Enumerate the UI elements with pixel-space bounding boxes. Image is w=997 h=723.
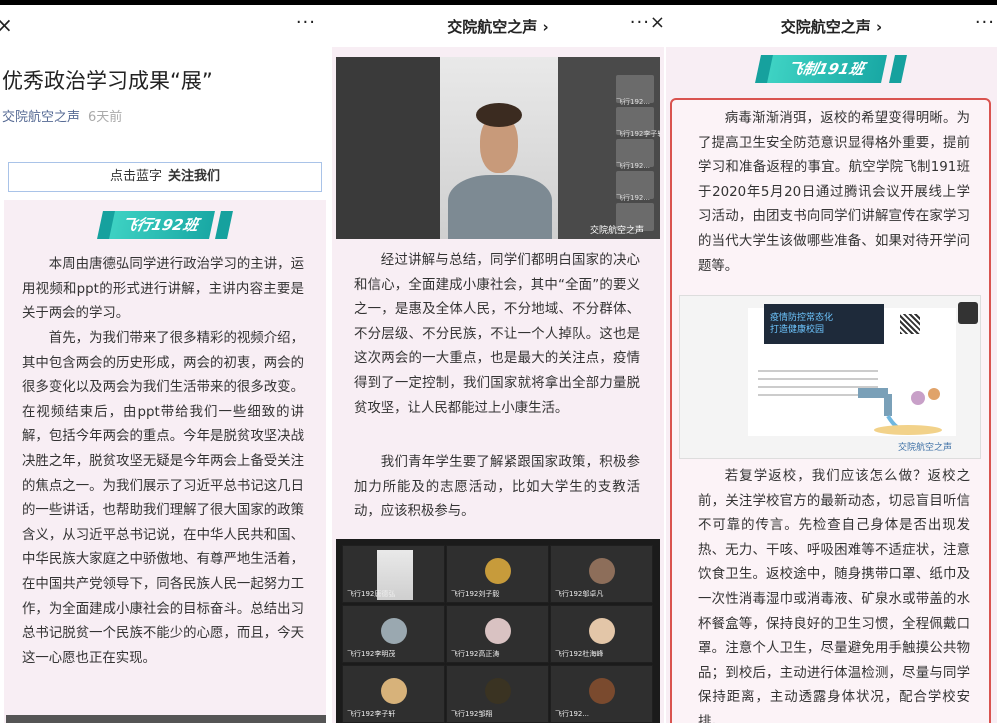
article-meta: 交院航空之声 6天前 xyxy=(2,106,122,125)
more-icon[interactable]: ··· xyxy=(975,12,995,33)
participant-thumb-label: 飞行192... xyxy=(616,194,651,202)
handwash-illustration-icon xyxy=(858,388,942,435)
paragraph-2: 若复学返校，我们应该怎么做？返校之前，关注学校官方的最新动态，切忌盲目听信不可靠… xyxy=(698,469,970,723)
watermark: 交院航空之声 xyxy=(898,443,953,453)
paragraph-1: 经过讲解与总结，同学们都明白国家的决心和信心，全面建成小康社会，其中“全面”的要… xyxy=(354,253,640,416)
nav-bar: 交院航空之声 › ···× xyxy=(332,5,664,47)
article-panel-left: × ··· 优秀政治学习成果“展” 交院航空之声 6天前 点击蓝字 关注我们 飞行1… xyxy=(0,5,330,723)
meeting-slide-screenshot: 疫情防控常态化 打造健康校园 交院航空之声 xyxy=(679,295,981,459)
paragraph-2: 首先，为我们带来了很多精彩的视频介绍，其中包含两会的历史形成，两会的初衷，两会的… xyxy=(22,331,304,666)
watermark: 交院航空之声 xyxy=(590,226,645,236)
follow-bold: 关注我们 xyxy=(168,169,221,184)
more-icon[interactable]: ···× xyxy=(630,12,664,33)
grid-cell: 飞行192... xyxy=(550,665,653,723)
nav-bar: × ··· xyxy=(0,5,330,47)
qr-code xyxy=(900,314,920,334)
account-title[interactable]: 交院航空之声 › xyxy=(666,16,997,37)
class-banner: 飞行192班 xyxy=(105,211,215,239)
paragraph-1: 病毒渐渐消弭，返校的希望变得明晰。为了提高卫生安全防范意识显得格外重要，提前学习… xyxy=(698,111,970,274)
publish-time: 6天前 xyxy=(88,110,123,125)
slide-heading-panel: 疫情防控常态化 打造健康校园 xyxy=(764,304,884,344)
article-panel-middle: 交院航空之声 › ···× 飞行192... 飞行192李子轩 飞行192...… xyxy=(332,5,664,723)
author-link[interactable]: 交院航空之声 xyxy=(2,110,80,125)
paragraph-1: 本周由唐德弘同学进行政治学习的主讲，运用视频和ppt的形式进行讲解，主讲内容主要… xyxy=(22,257,304,322)
grid-cell: 飞行192高正涛 xyxy=(446,605,549,663)
class-banner-label: 飞制191班 xyxy=(785,60,867,78)
grid-cell: 飞行192邬卓凡 xyxy=(550,545,653,603)
grid-cell: 飞行192李明茂 xyxy=(342,605,445,663)
participant-thumb-label: 飞行192... xyxy=(616,162,651,170)
class-banner: 飞制191班 xyxy=(765,55,887,83)
meeting-grid-screenshot: 飞行192唐德弘 飞行192刘子毅 飞行192邬卓凡 飞行192李明茂 飞行19… xyxy=(336,539,660,723)
class-banner-label: 飞行192班 xyxy=(119,216,201,234)
grid-cell: 飞行192李子轩 xyxy=(342,665,445,723)
more-icon[interactable]: ··· xyxy=(296,12,316,33)
account-title[interactable]: 交院航空之声 › xyxy=(332,16,664,37)
follow-prompt[interactable]: 点击蓝字 关注我们 xyxy=(8,162,322,192)
close-icon[interactable]: × xyxy=(0,14,13,36)
grid-cell: 飞行192刘子毅 xyxy=(446,545,549,603)
paragraph-2: 我们青年学生要了解紧跟国家政策，积极参加力所能及的志愿活动，比如大学生的支教活动… xyxy=(354,455,640,520)
participant-avatar xyxy=(958,302,978,324)
article-panel-right: 交院航空之声 › ··· 飞制191班 病毒渐渐消弭，返校的希望变得明晰。为了提… xyxy=(666,5,997,723)
participant-thumb-label: 飞行192... xyxy=(616,98,651,106)
video-screenshot: 飞行192... 飞行192李子轩 飞行192... 飞行192... 交院航空… xyxy=(336,57,660,239)
participant-thumb-label: 飞行192李子轩 xyxy=(616,130,660,138)
speaker-hair xyxy=(476,103,522,127)
grid-cell: 飞行192杜海峰 xyxy=(550,605,653,663)
grid-cell: 飞行192唐德弘 xyxy=(342,545,445,603)
article-title: 优秀政治学习成果“展” xyxy=(2,69,213,93)
grid-cell: 飞行192邹翔 xyxy=(446,665,549,723)
nav-bar: 交院航空之声 › ··· xyxy=(666,5,997,47)
follow-prefix: 点击蓝字 xyxy=(109,169,162,184)
next-image-strip xyxy=(6,715,326,723)
slide-heading: 疫情防控常态化 打造健康校园 xyxy=(770,313,834,335)
speaker-body xyxy=(448,175,552,239)
